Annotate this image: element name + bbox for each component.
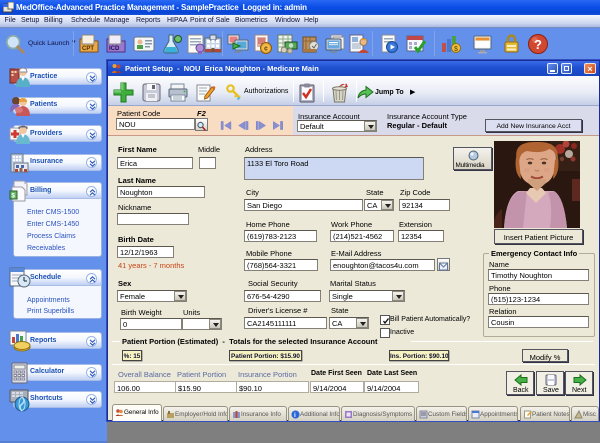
svg-text:?: ? (534, 37, 542, 52)
svg-text:¢: ¢ (264, 46, 268, 53)
svg-text:CPT: CPT (82, 46, 94, 52)
svg-text:ICD: ICD (109, 46, 120, 52)
svg-text:i: i (294, 412, 296, 419)
svg-text:$: $ (454, 46, 458, 53)
